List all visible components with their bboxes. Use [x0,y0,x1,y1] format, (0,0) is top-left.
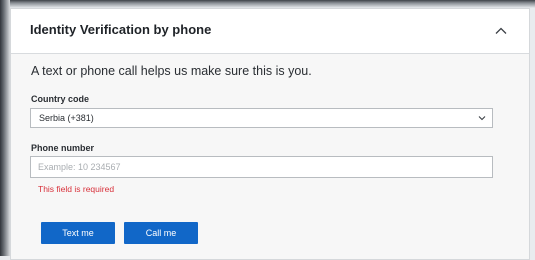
collapse-button[interactable] [493,23,509,39]
country-code-value: Serbia (+381) [39,113,94,123]
chevron-up-icon [495,27,507,34]
text-me-button[interactable]: Text me [41,222,115,244]
card-title: Identity Verification by phone [30,22,212,37]
country-code-select[interactable]: Serbia (+381) [30,108,493,128]
window-top-edge [0,0,535,8]
chevron-down-icon [478,116,486,121]
phone-number-input[interactable] [30,156,493,178]
phone-number-label: Phone number [31,143,95,153]
phone-error-message: This field is required [38,184,115,194]
card-header[interactable]: Identity Verification by phone [11,9,529,54]
call-me-button[interactable]: Call me [124,222,198,244]
window-left-edge [0,0,10,256]
country-code-label: Country code [31,94,90,104]
intro-text: A text or phone call helps us make sure … [31,64,312,78]
